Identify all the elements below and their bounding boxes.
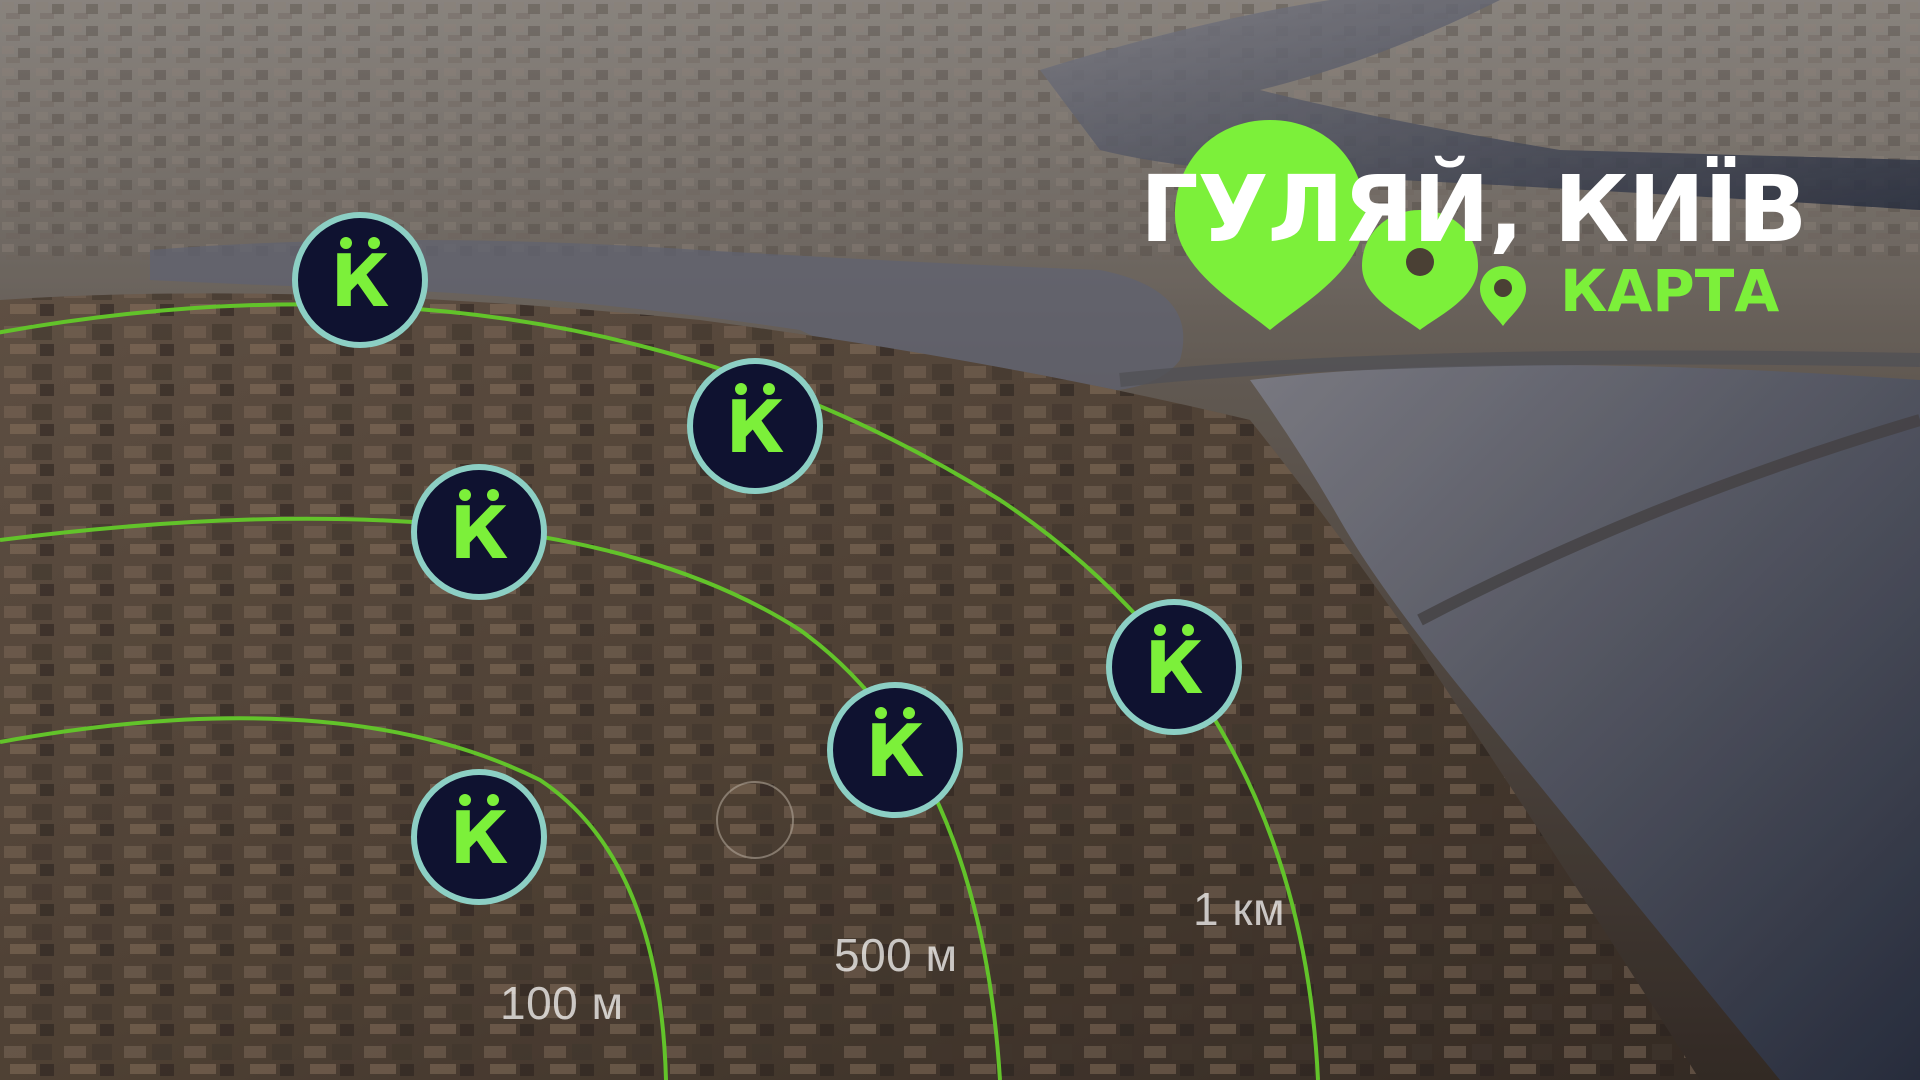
k-marker-icon[interactable]: К bbox=[686, 357, 824, 495]
k-marker-icon[interactable]: К bbox=[410, 768, 548, 906]
location-pin-icon bbox=[1480, 266, 1526, 326]
k-marker-icon[interactable]: К bbox=[291, 211, 429, 349]
ring-label-1km: 1 км bbox=[1193, 883, 1286, 935]
map-stage: К К К К К К 100 м 500 м 1 км ГУЛЯЙ, КИЇВ bbox=[0, 0, 1920, 1080]
k-marker-icon[interactable]: К bbox=[1105, 598, 1243, 736]
k-marker-icon[interactable]: К bbox=[826, 681, 964, 819]
k-marker-icon[interactable]: К bbox=[410, 463, 548, 601]
ring-label-500m: 500 м bbox=[834, 929, 958, 981]
svg-text:К: К bbox=[450, 491, 509, 575]
svg-text:К: К bbox=[450, 796, 509, 880]
svg-text:К: К bbox=[1145, 626, 1204, 710]
svg-text:К: К bbox=[866, 709, 925, 793]
brand-subtitle: КАРТА bbox=[1560, 257, 1780, 325]
brand-title: ГУЛЯЙ, КИЇВ bbox=[1140, 156, 1807, 263]
ring-label-100m: 100 м bbox=[500, 977, 624, 1029]
svg-text:К: К bbox=[726, 385, 785, 469]
svg-text:К: К bbox=[331, 239, 390, 323]
